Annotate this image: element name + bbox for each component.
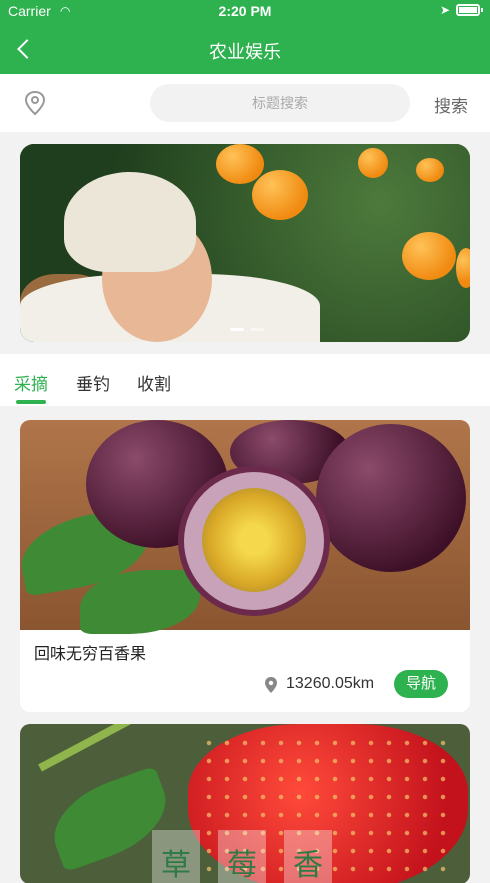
list-item[interactable]: 回味无穷百香果 13260.05km 导航 xyxy=(20,420,470,712)
image-fruit-cut xyxy=(178,466,330,616)
status-bar: Carrier ◠ 2:20 PM ➤ xyxy=(0,0,490,22)
passion-fruit-image xyxy=(20,420,470,634)
banner-orange xyxy=(456,248,470,288)
tab-fishing[interactable]: 垂钓 xyxy=(76,370,110,395)
battery-icon xyxy=(456,4,483,16)
image-caption: 草 莓 香 xyxy=(152,830,332,883)
image-fruit xyxy=(316,424,466,572)
navigate-button[interactable]: 导航 xyxy=(394,670,448,698)
caption-char: 草 xyxy=(152,830,200,883)
banner-woman-hat xyxy=(64,172,196,272)
status-time: 2:20 PM xyxy=(218,3,272,19)
banner-orange xyxy=(402,232,456,280)
banner-orange xyxy=(252,170,308,220)
caption-char: 莓 xyxy=(218,830,266,883)
carousel-dot xyxy=(230,328,244,331)
banner-image[interactable] xyxy=(20,144,470,342)
banner-orange xyxy=(416,158,444,182)
list-item[interactable]: 草 莓 香 xyxy=(20,724,470,883)
tab-harvesting[interactable]: 收割 xyxy=(137,370,171,395)
distance-label: 13260.05km xyxy=(286,675,375,692)
location-pin-icon[interactable] xyxy=(24,90,46,116)
location-pin-icon xyxy=(265,677,277,693)
page-title: 农业娱乐 xyxy=(209,42,281,62)
search-button[interactable]: 搜索 xyxy=(434,92,468,117)
banner-orange xyxy=(216,144,264,184)
search-input[interactable] xyxy=(150,84,410,122)
banner-orange xyxy=(358,148,388,178)
carousel-dot xyxy=(250,328,264,331)
caption-char: 香 xyxy=(284,830,332,883)
header-bar: Carrier ◠ 2:20 PM ➤ 农业娱乐 xyxy=(0,0,490,74)
navigation-bar: 农业娱乐 xyxy=(0,28,490,68)
location-arrow-icon: ➤ xyxy=(439,3,450,17)
category-tabs: 采摘 垂钓 收割 xyxy=(0,354,490,406)
strawberry-image: 草 莓 香 xyxy=(20,724,470,883)
tab-picking[interactable]: 采摘 xyxy=(14,370,48,395)
carousel-indicator xyxy=(230,328,264,331)
card-title: 回味无穷百香果 xyxy=(34,646,147,663)
search-bar: 搜索 xyxy=(0,74,490,132)
active-tab-indicator xyxy=(16,400,46,404)
